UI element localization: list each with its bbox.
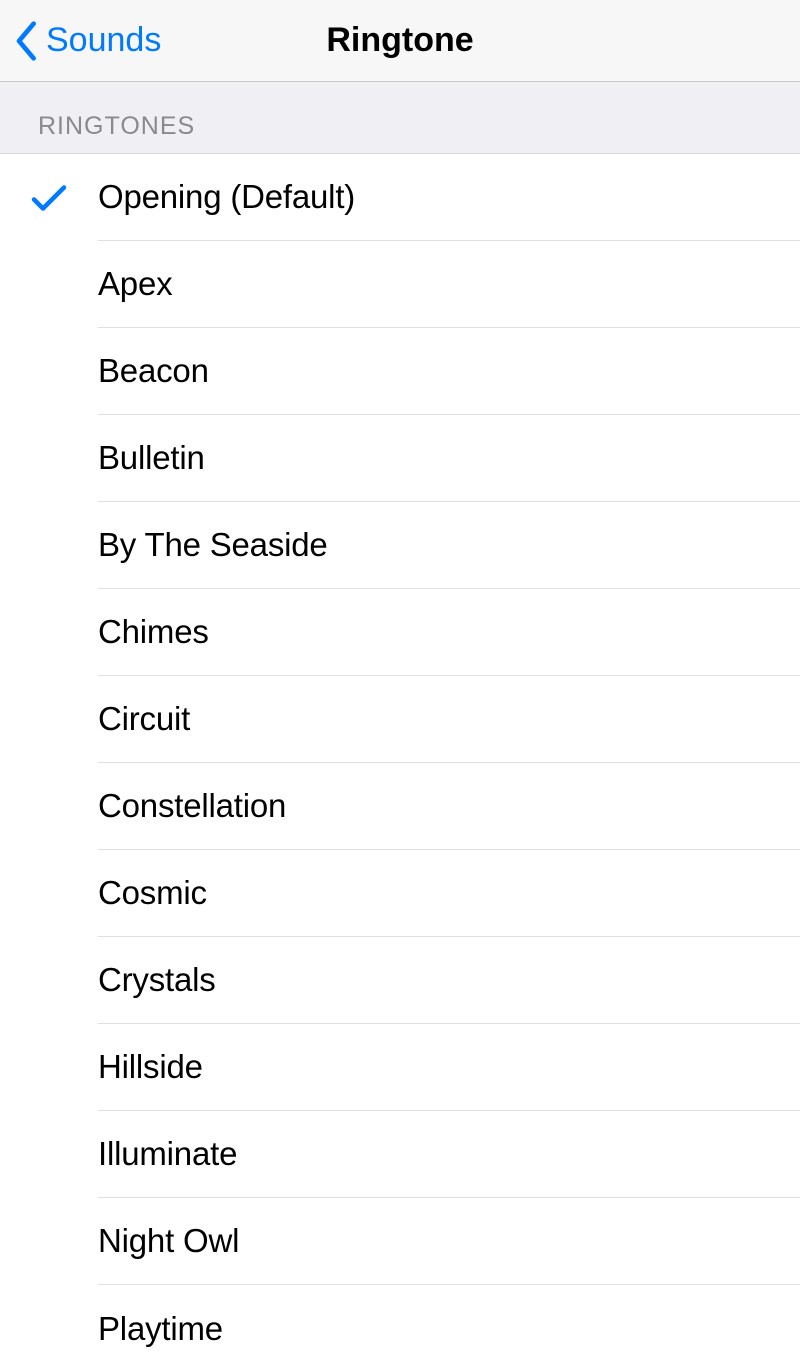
navigation-bar: Sounds Ringtone [0,0,800,82]
checkmark-icon [31,182,67,214]
list-item[interactable]: Playtime [0,1285,800,1372]
list-item[interactable]: Opening (Default) [0,154,800,241]
page-title: Ringtone [326,21,473,60]
list-item-label: Apex [98,265,172,303]
list-item-label: Crystals [98,961,216,999]
chevron-left-icon [14,21,40,61]
list-item-label: Chimes [98,613,209,651]
back-label: Sounds [46,21,161,60]
section-header-label: RINGTONES [38,112,195,141]
list-item-label: Hillside [98,1048,203,1086]
list-item[interactable]: Hillside [0,1024,800,1111]
list-item[interactable]: Bulletin [0,415,800,502]
list-item-label: Constellation [98,787,286,825]
list-item[interactable]: Beacon [0,328,800,415]
list-item[interactable]: Illuminate [0,1111,800,1198]
list-item[interactable]: Chimes [0,589,800,676]
list-item[interactable]: Apex [0,241,800,328]
ringtone-list: Opening (Default) Apex Beacon Bulletin B… [0,154,800,1372]
list-item[interactable]: By The Seaside [0,502,800,589]
list-item-label: Playtime [98,1310,223,1348]
list-item[interactable]: Circuit [0,676,800,763]
list-item-label: By The Seaside [98,526,328,564]
back-button[interactable]: Sounds [14,0,161,81]
list-item[interactable]: Constellation [0,763,800,850]
list-item-label: Illuminate [98,1135,237,1173]
list-item-label: Cosmic [98,874,207,912]
list-item[interactable]: Cosmic [0,850,800,937]
list-item-label: Opening (Default) [98,178,355,216]
list-item[interactable]: Night Owl [0,1198,800,1285]
list-item-label: Beacon [98,352,209,390]
list-item-label: Circuit [98,700,190,738]
list-item-label: Night Owl [98,1222,239,1260]
list-item-label: Bulletin [98,439,205,477]
list-item[interactable]: Crystals [0,937,800,1024]
section-header: RINGTONES [0,82,800,154]
